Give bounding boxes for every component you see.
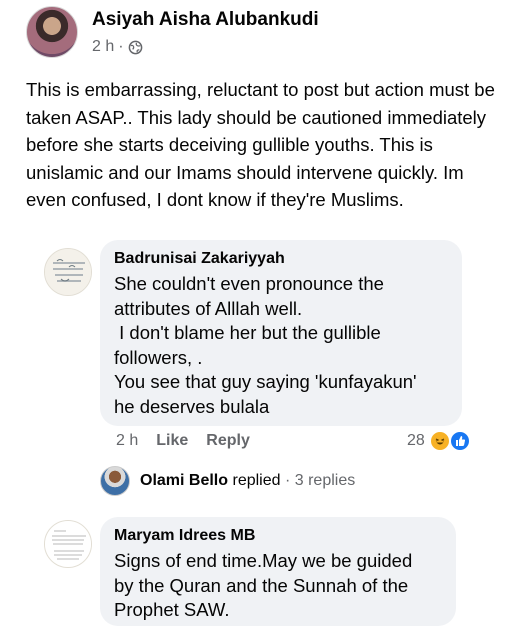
haha-icon <box>428 430 451 452</box>
comment-line: You see that guy saying 'kunfayakun' <box>114 371 417 392</box>
view-replies-row[interactable]: Olami Bello replied · 3 replies <box>100 466 355 496</box>
reply-button[interactable]: Reply <box>206 432 250 450</box>
like-icon <box>448 430 471 452</box>
reply-count: 3 replies <box>294 472 356 489</box>
reply-action: replied <box>232 472 281 489</box>
comment-bubble: Maryam Idrees MB Signs of end time.May w… <box>100 517 456 626</box>
reaction-summary[interactable]: 28 <box>407 430 471 452</box>
comment-line: I don't blame her but the gullible <box>114 322 381 343</box>
comment-author-avatar[interactable] <box>44 520 92 568</box>
post-meta-separator: · <box>118 38 124 55</box>
comment-line: Prophet SAW. <box>114 599 230 620</box>
reply-author-name: Olami Bello <box>140 472 229 489</box>
comment-actions: 2 h Like Reply <box>116 432 250 450</box>
view-replies-link[interactable]: Olami Bello replied · 3 replies <box>140 472 355 490</box>
comment-time[interactable]: 2 h <box>116 432 138 450</box>
like-button[interactable]: Like <box>156 432 188 450</box>
post-meta: 2 h · <box>92 38 143 56</box>
reply-separator: · <box>284 472 291 489</box>
reply-author-avatar <box>100 466 130 496</box>
post-author-avatar[interactable] <box>26 6 78 58</box>
comment-line: followers, . <box>114 346 203 368</box>
comment-author-avatar[interactable] <box>44 248 92 296</box>
reaction-count: 28 <box>407 432 425 449</box>
text-image-avatar-icon <box>45 521 91 567</box>
comment-author-name[interactable]: Badrunisai Zakariyyah <box>114 250 448 268</box>
comment-line: he deserves bulala <box>114 395 270 417</box>
comment-line: Signs of end time.May we be guided <box>114 550 413 571</box>
globe-icon <box>128 40 142 54</box>
post-author-name[interactable]: Asiyah Aisha Alubankudi <box>92 9 319 31</box>
comment-line: by the Quran and the Sunnah of the <box>114 574 409 596</box>
comment-author-name[interactable]: Maryam Idrees MB <box>114 527 442 545</box>
comment-line: attributes of Alllah well. <box>114 297 303 319</box>
comment-text: She couldn't even pronounce the attribut… <box>114 272 448 419</box>
comment-bubble: Badrunisai Zakariyyah She couldn't even … <box>100 240 462 426</box>
post-body-text: This is embarrassing, reluctant to post … <box>26 79 495 210</box>
post-time[interactable]: 2 h <box>92 38 114 56</box>
comment-text: Signs of end time.May we be guided by th… <box>114 549 442 623</box>
calligraphy-avatar-icon <box>45 249 91 295</box>
comment-line: She couldn't even pronounce the <box>114 273 384 294</box>
post-header: Asiyah Aisha Alubankudi 2 h · <box>26 6 506 62</box>
